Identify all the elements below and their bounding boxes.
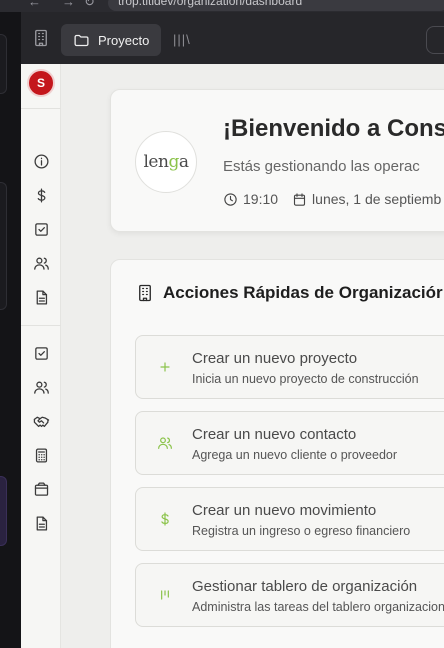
current-date: lunes, 1 de septiemb [312, 191, 442, 207]
info-icon [33, 153, 49, 169]
calendar-icon [293, 192, 306, 206]
checkbox-icon [34, 222, 48, 236]
quick-actions-title: Acciones Rápidas de Organizaciór [163, 283, 443, 302]
avatar[interactable]: S [27, 69, 55, 97]
forward-icon[interactable]: → [62, 0, 75, 9]
users-icon [156, 434, 174, 452]
handshake-icon [33, 416, 49, 427]
action-create-movement[interactable]: Crear un nuevo movimiento Registra un in… [135, 487, 444, 551]
sidebar-item-info[interactable] [31, 151, 51, 171]
sidebar-item-partners[interactable] [31, 411, 51, 431]
sidebar-item-materials[interactable] [31, 479, 51, 499]
building-icon [139, 284, 151, 302]
sidebar-item-documents[interactable] [31, 287, 51, 307]
main-content: len g a ¡Bienvenido a Cons Estás gestionan… [61, 64, 444, 648]
library-icon[interactable]: |||\ [173, 32, 191, 47]
sidebar-item-finance[interactable] [31, 185, 51, 205]
browser-toolbar: ← → ↻ trop.titldev/organization/dashboar… [0, 0, 444, 12]
tab-project-label: Proyecto [98, 32, 150, 48]
organization-logo: len g a [135, 131, 197, 193]
sidebar-item-budget[interactable] [31, 445, 51, 465]
sidebar: S [21, 64, 61, 648]
action-title: Crear un nuevo proyecto [192, 350, 358, 367]
folder-icon [74, 34, 89, 46]
background-panel [0, 34, 7, 94]
checkbox-icon [34, 346, 48, 360]
action-title: Crear un nuevo movimiento [192, 502, 377, 519]
users-icon [33, 381, 49, 394]
action-manage-board[interactable]: Gestionar tablero de organización Admini… [135, 563, 444, 627]
dollar-icon [37, 187, 45, 203]
calculator-icon [35, 447, 47, 463]
background-window-strip [0, 12, 21, 648]
plus-icon [156, 358, 174, 376]
background-panel [0, 476, 7, 546]
quick-actions-card: Acciones Rápidas de Organizaciór Crear u… [110, 259, 444, 648]
action-title: Gestionar tablero de organización [192, 578, 418, 595]
background-panel [0, 182, 7, 310]
action-create-contact[interactable]: Crear un nuevo contacto Agrega un nuevo … [135, 411, 444, 475]
reload-icon[interactable]: ↻ [84, 0, 95, 10]
sidebar-item-contacts[interactable] [31, 253, 51, 273]
action-description: Administra las tareas del tablero organi… [192, 600, 444, 614]
sidebar-item-tasks-secondary[interactable] [31, 343, 51, 363]
box-icon [34, 481, 48, 496]
action-description: Agrega un nuevo cliente o proveedor [192, 448, 398, 462]
dollar-icon [156, 510, 174, 528]
users-icon [33, 257, 49, 270]
welcome-subtitle: Estás gestionando las operac [223, 158, 420, 175]
tab-project[interactable]: Proyecto [61, 24, 161, 56]
sidebar-item-tasks[interactable] [31, 219, 51, 239]
header-right-button[interactable] [426, 26, 444, 54]
back-icon[interactable]: ← [28, 0, 41, 9]
clock-icon [224, 192, 237, 206]
app-header: Proyecto |||\ [21, 12, 444, 64]
sidebar-item-reports[interactable] [31, 513, 51, 533]
action-description: Registra un ingreso o egreso financiero [192, 524, 411, 538]
document-icon [36, 289, 47, 305]
welcome-meta: 19:10 lunes, 1 de septiemb [223, 191, 441, 207]
welcome-title: ¡Bienvenido a Cons [223, 115, 444, 142]
sidebar-divider [21, 108, 61, 109]
current-time: 19:10 [243, 191, 279, 207]
welcome-card: len g a ¡Bienvenido a Cons Estás gestionan… [110, 89, 444, 232]
action-title: Crear un nuevo contacto [192, 426, 357, 443]
action-description: Inicia un nuevo proyecto de construcción [192, 372, 419, 386]
kanban-icon [156, 586, 174, 604]
address-bar[interactable]: trop.titldev/organization/dashboard [108, 0, 444, 11]
document-icon [36, 515, 47, 531]
sidebar-divider [21, 325, 61, 326]
quick-actions-header: Acciones Rápidas de Organizaciór [136, 283, 443, 303]
building-icon[interactable] [32, 29, 50, 47]
action-create-project[interactable]: Crear un nuevo proyecto Inicia un nuevo … [135, 335, 444, 399]
sidebar-item-team[interactable] [31, 377, 51, 397]
